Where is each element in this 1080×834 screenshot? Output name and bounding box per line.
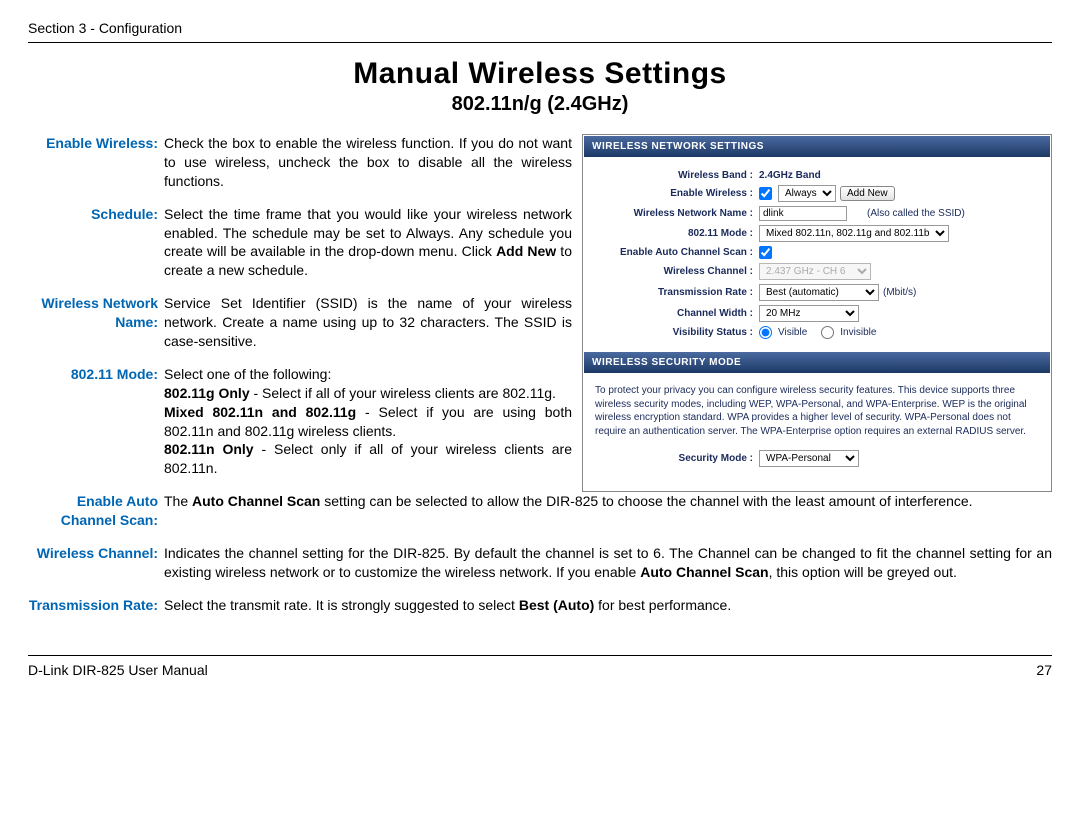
rate-select[interactable]: Best (automatic) <box>759 284 879 301</box>
rate-b: Best (Auto) <box>519 597 594 613</box>
text-mode: Select one of the following: 802.11g Onl… <box>164 365 572 478</box>
enable-wireless-checkbox[interactable] <box>759 187 772 200</box>
width-select[interactable]: 20 MHz <box>759 305 859 322</box>
text-schedule: Select the time frame that you would lik… <box>164 205 572 281</box>
settings-panel: WIRELESS NETWORK SETTINGS Wireless Band … <box>582 134 1052 492</box>
mode-select[interactable]: Mixed 802.11n, 802.11g and 802.11b <box>759 225 949 242</box>
visibility-invisible-radio[interactable] <box>821 326 834 339</box>
label-schedule: Schedule: <box>28 205 164 281</box>
form-label-mode: 802.11 Mode : <box>593 228 759 239</box>
form-label-name: Wireless Network Name : <box>593 208 759 219</box>
channel-post: , this option will be greyed out. <box>769 564 957 580</box>
label-channel: Wireless Channel: <box>28 544 164 582</box>
form-label-visibility: Visibility Status : <box>593 327 759 338</box>
rate-unit: (Mbit/s) <box>883 287 916 298</box>
auto-channel-checkbox[interactable] <box>759 246 772 259</box>
mode-intro: Select one of the following: <box>164 366 331 382</box>
mode-mixed-b: Mixed 802.11n and 802.11g <box>164 404 356 420</box>
visibility-visible-radio[interactable] <box>759 326 772 339</box>
form-label-security: Security Mode : <box>593 453 759 464</box>
footer-left: D-Link DIR-825 User Manual <box>28 662 208 678</box>
mode-g-only-b: 802.11g Only <box>164 385 250 401</box>
channel-b: Auto Channel Scan <box>640 564 768 580</box>
ssid-input[interactable] <box>759 206 847 221</box>
form-label-enable: Enable Wireless : <box>593 188 759 199</box>
page-title: Manual Wireless Settings <box>28 57 1052 91</box>
form-label-rate: Transmission Rate : <box>593 287 759 298</box>
label-network-name: Wireless Network Name: <box>28 294 164 351</box>
schedule-bold: Add New <box>496 243 556 259</box>
label-enable-wireless: Enable Wireless: <box>28 134 164 191</box>
auto-scan-pre: The <box>164 493 192 509</box>
ssid-note: (Also called the SSID) <box>867 208 965 219</box>
security-mode-select[interactable]: WPA-Personal <box>759 450 859 467</box>
label-network-name-2: Name: <box>115 314 158 330</box>
rate-pre: Select the transmit rate. It is strongly… <box>164 597 519 613</box>
schedule-select[interactable]: Always <box>778 185 836 202</box>
mode-n-only-b: 802.11n Only <box>164 441 254 457</box>
add-new-button[interactable]: Add New <box>840 186 895 201</box>
section-header: Section 3 - Configuration <box>28 20 1052 43</box>
label-auto-scan: Enable Auto Channel Scan: <box>28 492 164 530</box>
title-block: Manual Wireless Settings 802.11n/g (2.4G… <box>28 57 1052 116</box>
page-subtitle: 802.11n/g (2.4GHz) <box>28 93 1052 116</box>
text-enable-wireless: Check the box to enable the wireless fun… <box>164 134 572 191</box>
mode-g-only-t: - Select if all of your wireless clients… <box>250 385 556 401</box>
auto-scan-post: setting can be selected to allow the DIR… <box>320 493 972 509</box>
settings-panel-header: WIRELESS NETWORK SETTINGS <box>583 135 1051 158</box>
rate-post: for best performance. <box>594 597 731 613</box>
text-rate: Select the transmit rate. It is strongly… <box>164 596 1052 615</box>
footer: D-Link DIR-825 User Manual 27 <box>28 655 1052 678</box>
label-auto-scan-1: Enable Auto <box>77 493 158 509</box>
label-rate: Transmission Rate: <box>28 596 164 615</box>
label-auto-scan-2: Channel Scan: <box>61 512 158 528</box>
channel-select: 2.437 GHz - CH 6 <box>759 263 871 280</box>
footer-page-number: 27 <box>1036 662 1052 678</box>
form-label-channel: Wireless Channel : <box>593 266 759 277</box>
form-label-auto: Enable Auto Channel Scan : <box>593 247 759 258</box>
security-description: To protect your privacy you can configur… <box>583 374 1051 444</box>
text-auto-scan: The Auto Channel Scan setting can be sel… <box>164 492 1052 530</box>
text-channel: Indicates the channel setting for the DI… <box>164 544 1052 582</box>
text-network-name: Service Set Identifier (SSID) is the nam… <box>164 294 572 351</box>
visibility-visible-label: Visible <box>778 327 807 338</box>
visibility-invisible-label: Invisible <box>840 327 876 338</box>
form-value-band: 2.4GHz Band <box>759 170 821 181</box>
descriptions-column: Enable Wireless: Check the box to enable… <box>28 134 1052 629</box>
label-mode: 802.11 Mode: <box>28 365 164 478</box>
form-label-width: Channel Width : <box>593 308 759 319</box>
security-panel-header: WIRELESS SECURITY MODE <box>583 351 1051 374</box>
label-network-name-1: Wireless Network <box>41 295 158 311</box>
form-label-band: Wireless Band : <box>593 170 759 181</box>
auto-scan-b: Auto Channel Scan <box>192 493 320 509</box>
